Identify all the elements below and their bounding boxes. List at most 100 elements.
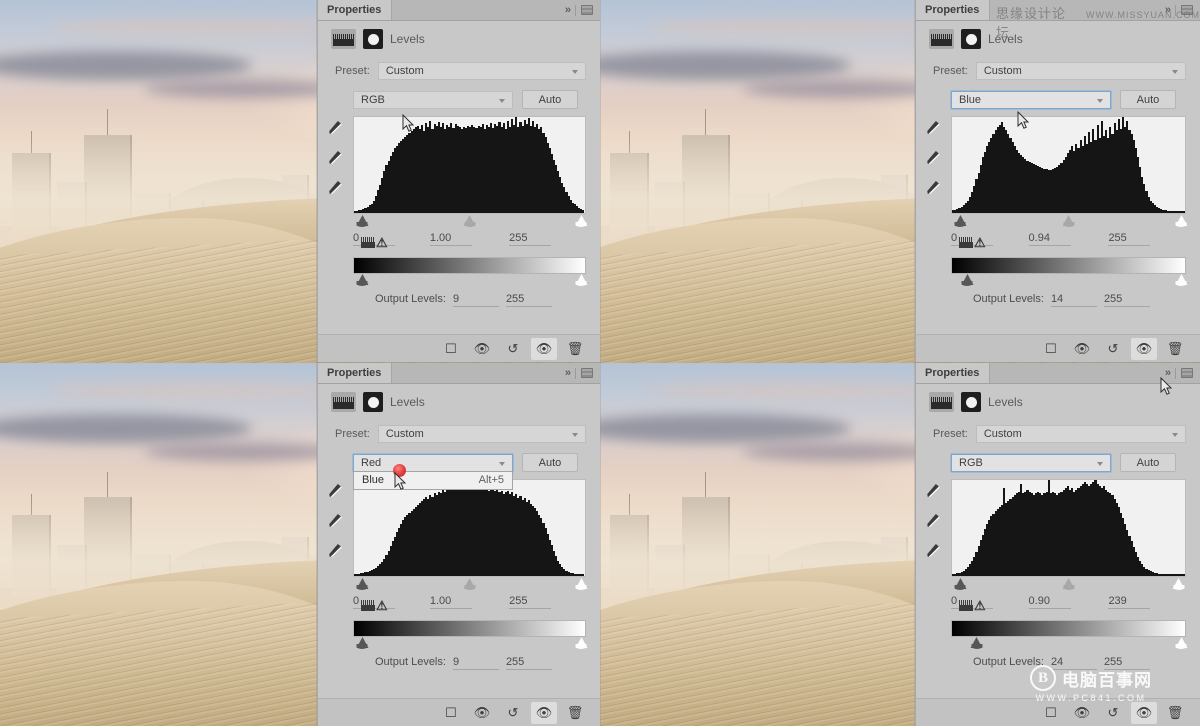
input-black-point-handle[interactable] (954, 578, 967, 590)
properties-panel[interactable]: Properties » Levels Preset: Custom RGB A… (317, 0, 600, 362)
channel-select[interactable]: Red (353, 453, 513, 472)
histogram-refresh-icon[interactable] (361, 237, 375, 248)
eyedropper-black-point-icon[interactable] (925, 119, 942, 136)
eyedropper-black-point-icon[interactable] (327, 482, 344, 499)
toggle-layer-visibility-icon[interactable]: 👁 (531, 701, 557, 724)
channel-select[interactable]: RGB (951, 453, 1111, 472)
channel-dropdown-list[interactable]: Blue Alt+5 (353, 471, 513, 490)
histogram-refresh-icon[interactable] (959, 237, 973, 248)
input-midtone-handle[interactable] (1062, 215, 1075, 227)
input-levels-slider[interactable] (353, 215, 588, 230)
auto-button[interactable]: Auto (1120, 453, 1176, 472)
input-midtone-handle[interactable] (463, 578, 476, 590)
channel-dropdown-option[interactable]: Blue Alt+5 (354, 472, 512, 489)
histogram-refresh-icon[interactable] (361, 600, 375, 611)
delete-adjustment-icon[interactable]: 🗑 (1162, 702, 1188, 724)
cached-data-warning-icon[interactable]: ⚠ (376, 236, 388, 249)
view-previous-state-icon[interactable]: 👁 (1069, 702, 1095, 724)
input-gamma-field[interactable]: 0.94 (1028, 232, 1109, 248)
eyedropper-white-point-icon[interactable] (925, 542, 942, 559)
clip-to-layer-icon[interactable]: ☐ (438, 338, 464, 360)
levels-adjustment-icon[interactable] (929, 392, 954, 412)
toggle-layer-visibility-icon[interactable]: 👁 (1131, 337, 1157, 360)
output-levels-slider[interactable] (951, 637, 1188, 652)
eyedropper-white-point-icon[interactable] (327, 179, 344, 196)
preset-select[interactable]: Custom (377, 62, 586, 80)
levels-adjustment-icon[interactable] (331, 29, 356, 49)
output-white-handle[interactable] (575, 274, 588, 286)
output-black-field[interactable]: 9 (452, 656, 499, 670)
reset-icon[interactable]: ↺ (500, 702, 526, 724)
preset-select[interactable]: Custom (975, 425, 1186, 443)
preset-select[interactable]: Custom (975, 62, 1186, 80)
delete-adjustment-icon[interactable]: 🗑 (562, 338, 588, 360)
input-white-point-handle[interactable] (575, 215, 588, 227)
eyedropper-black-point-icon[interactable] (925, 482, 942, 499)
eyedropper-white-point-icon[interactable] (925, 179, 942, 196)
reset-icon[interactable]: ↺ (500, 338, 526, 360)
tab-properties[interactable]: Properties (318, 363, 393, 383)
eyedropper-gray-point-icon[interactable] (327, 149, 344, 166)
histogram-refresh-icon[interactable] (959, 600, 973, 611)
eyedropper-black-point-icon[interactable] (327, 119, 344, 136)
clip-to-layer-icon[interactable]: ☐ (438, 702, 464, 724)
output-white-field[interactable]: 255 (505, 293, 552, 307)
clip-to-layer-icon[interactable]: ☐ (1038, 338, 1064, 360)
output-white-field[interactable]: 255 (1103, 293, 1150, 307)
view-previous-state-icon[interactable]: 👁 (469, 702, 495, 724)
clip-to-layer-icon[interactable]: ☐ (1038, 702, 1064, 724)
levels-adjustment-icon[interactable] (331, 392, 356, 412)
output-levels-slider[interactable] (951, 274, 1188, 289)
cached-data-warning-icon[interactable]: ⚠ (974, 236, 986, 249)
input-levels-slider[interactable] (353, 578, 588, 593)
preset-select[interactable]: Custom (377, 425, 586, 443)
auto-button[interactable]: Auto (1120, 90, 1176, 109)
input-white-field[interactable]: 239 (1108, 595, 1186, 611)
tab-properties[interactable]: Properties (916, 363, 991, 383)
output-white-handle[interactable] (575, 637, 588, 649)
input-levels-slider[interactable] (951, 215, 1188, 230)
delete-adjustment-icon[interactable]: 🗑 (562, 702, 588, 724)
input-black-point-handle[interactable] (356, 215, 369, 227)
input-gamma-field[interactable]: 1.00 (429, 232, 509, 248)
reset-icon[interactable]: ↺ (1100, 702, 1126, 724)
view-previous-state-icon[interactable]: 👁 (1069, 338, 1095, 360)
panel-menu-icon[interactable] (1181, 368, 1193, 378)
output-levels-slider[interactable] (353, 274, 588, 289)
input-white-point-handle[interactable] (575, 578, 588, 590)
view-previous-state-icon[interactable]: 👁 (469, 338, 495, 360)
output-white-field[interactable]: 255 (505, 656, 552, 670)
input-white-field[interactable]: 255 (509, 232, 586, 248)
eyedropper-gray-point-icon[interactable] (925, 149, 942, 166)
properties-panel[interactable]: Properties » Levels Preset: Custom Blue … (915, 0, 1200, 362)
chevron-double-right-icon[interactable]: » (565, 367, 571, 379)
input-gamma-field[interactable]: 1.00 (429, 595, 509, 611)
panel-menu-icon[interactable] (581, 368, 593, 378)
layer-mask-icon[interactable] (961, 29, 981, 49)
input-white-field[interactable]: 255 (1108, 232, 1186, 248)
input-midtone-handle[interactable] (463, 215, 476, 227)
output-black-handle[interactable] (961, 274, 974, 286)
output-black-field[interactable]: 24 (1050, 656, 1097, 670)
chevron-double-right-icon[interactable]: » (1165, 4, 1171, 16)
output-black-handle[interactable] (356, 274, 369, 286)
levels-adjustment-icon[interactable] (929, 29, 954, 49)
channel-select[interactable]: RGB (353, 90, 513, 109)
input-white-point-handle[interactable] (1172, 578, 1185, 590)
panel-menu-icon[interactable] (1181, 5, 1193, 15)
cached-data-warning-icon[interactable]: ⚠ (376, 599, 388, 612)
output-white-field[interactable]: 255 (1103, 656, 1150, 670)
eyedropper-white-point-icon[interactable] (327, 542, 344, 559)
output-black-handle[interactable] (970, 637, 983, 649)
tab-properties[interactable]: Properties (318, 0, 393, 20)
input-levels-slider[interactable] (951, 578, 1186, 593)
chevron-double-right-icon[interactable]: » (1165, 367, 1171, 379)
panel-menu-icon[interactable] (581, 5, 593, 15)
toggle-layer-visibility-icon[interactable]: 👁 (1131, 701, 1157, 724)
properties-panel[interactable]: Properties » Levels Preset: Custom RGB A… (915, 363, 1200, 726)
output-levels-slider[interactable] (353, 637, 588, 652)
auto-button[interactable]: Auto (522, 90, 578, 109)
cached-data-warning-icon[interactable]: ⚠ (974, 599, 986, 612)
auto-button[interactable]: Auto (522, 453, 578, 472)
input-midtone-handle[interactable] (1062, 578, 1075, 590)
